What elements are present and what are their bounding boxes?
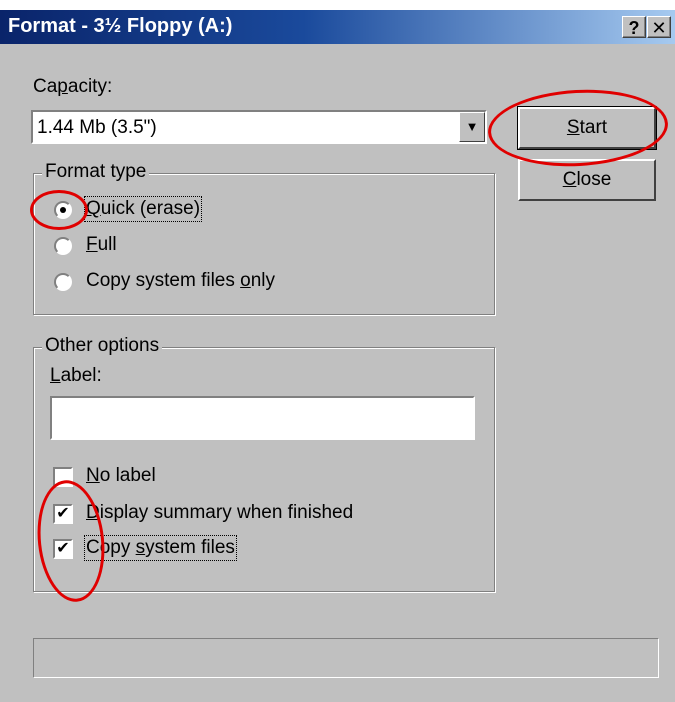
close-button[interactable]: Close [518, 159, 656, 201]
close-window-button[interactable]: ✕ [647, 16, 671, 38]
full-label[interactable]: Full [86, 234, 117, 256]
copy-system-files-checkbox[interactable]: ✔ [53, 539, 73, 559]
no-label-checkbox[interactable] [53, 467, 73, 487]
quick-erase-label[interactable]: Quick (erase) [83, 196, 203, 222]
label-field-label: Label: [50, 365, 102, 386]
capacity-dropdown[interactable]: 1.44 Mb (3.5") ▼ [31, 110, 487, 144]
help-button[interactable]: ? [622, 16, 646, 38]
window-title: Format - 3½ Floppy (A:) [8, 15, 233, 37]
format-type-legend: Format type [42, 161, 150, 183]
capacity-value: 1.44 Mb (3.5") [37, 117, 157, 138]
radio-selected-dot [60, 207, 66, 213]
format-progress-bar [33, 638, 659, 678]
copy-system-files-only-radio[interactable] [54, 273, 72, 291]
label-input[interactable] [50, 396, 475, 440]
copy-system-files-only-label[interactable]: Copy system files only [86, 270, 275, 292]
display-summary-checkbox[interactable]: ✔ [53, 504, 73, 524]
full-radio[interactable] [54, 237, 72, 255]
quick-erase-radio[interactable] [54, 201, 72, 219]
copy-system-files-label[interactable]: Copy system files [84, 535, 237, 561]
capacity-label: Capacity: [33, 76, 113, 97]
display-summary-label[interactable]: Display summary when finished [86, 502, 353, 524]
chevron-down-icon[interactable]: ▼ [459, 112, 485, 142]
checkmark-icon: ✔ [56, 505, 70, 522]
title-bar[interactable]: Format - 3½ Floppy (A:) ? ✕ [0, 10, 675, 44]
format-dialog: Format - 3½ Floppy (A:) ? ✕ Capacity: 1.… [0, 10, 675, 702]
start-button[interactable]: Start [517, 106, 657, 150]
checkmark-icon: ✔ [56, 540, 70, 557]
other-options-legend: Other options [42, 335, 163, 357]
no-label-label[interactable]: No label [86, 465, 156, 487]
